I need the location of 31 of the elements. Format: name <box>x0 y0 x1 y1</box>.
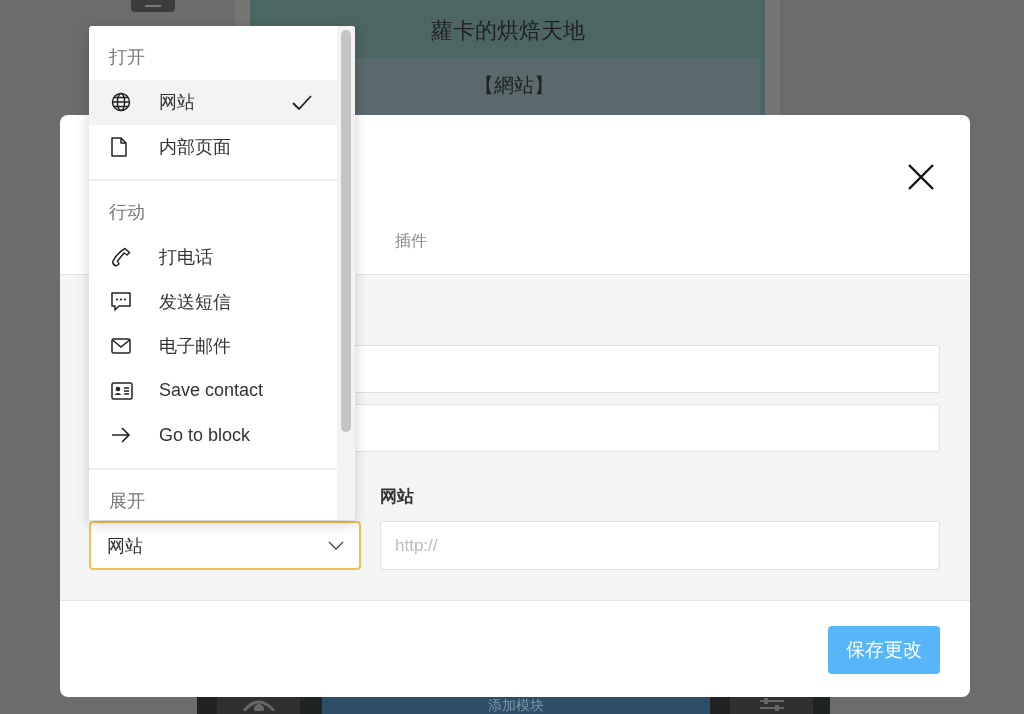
tab[interactable]: 插件 <box>380 231 442 274</box>
menu-heading: 行动 <box>108 201 146 224</box>
menu-item[interactable]: 内部页面 <box>89 124 337 169</box>
menu-item[interactable]: Go to block <box>89 413 337 458</box>
close-button[interactable] <box>906 162 936 192</box>
scrollbar[interactable] <box>341 30 351 432</box>
document-icon <box>111 136 127 157</box>
sliders-icon <box>757 697 786 711</box>
preview-button[interactable] <box>217 697 300 714</box>
globe-icon <box>111 92 131 113</box>
link-type-select[interactable]: 网站 <box>89 521 361 570</box>
field-label: 网站 <box>380 486 415 508</box>
menu-item[interactable]: 发送短信 <box>89 279 337 324</box>
block-label: 【網站】 <box>473 73 554 98</box>
arrow-right-icon <box>111 427 131 444</box>
menu-heading: 展开 <box>108 489 146 513</box>
menu-heading: 打开 <box>108 46 146 69</box>
url-field[interactable]: http:// <box>380 521 940 570</box>
chevron-down-icon <box>328 541 344 550</box>
message-icon <box>111 291 131 312</box>
phone-icon <box>111 247 131 268</box>
mail-icon <box>111 338 131 355</box>
check-icon <box>292 94 312 110</box>
menu-item[interactable]: 电子邮件 <box>89 324 337 369</box>
toolbar-button[interactable] <box>131 0 175 12</box>
menu-item[interactable]: Save contact <box>89 368 337 413</box>
menu-item[interactable]: 打电话 <box>89 235 337 280</box>
settings-button[interactable] <box>730 697 813 714</box>
site-title: 蘿卡的烘焙天地 <box>430 17 585 45</box>
menu-item[interactable]: 网站 <box>89 80 337 125</box>
contact-card-icon <box>111 381 133 400</box>
